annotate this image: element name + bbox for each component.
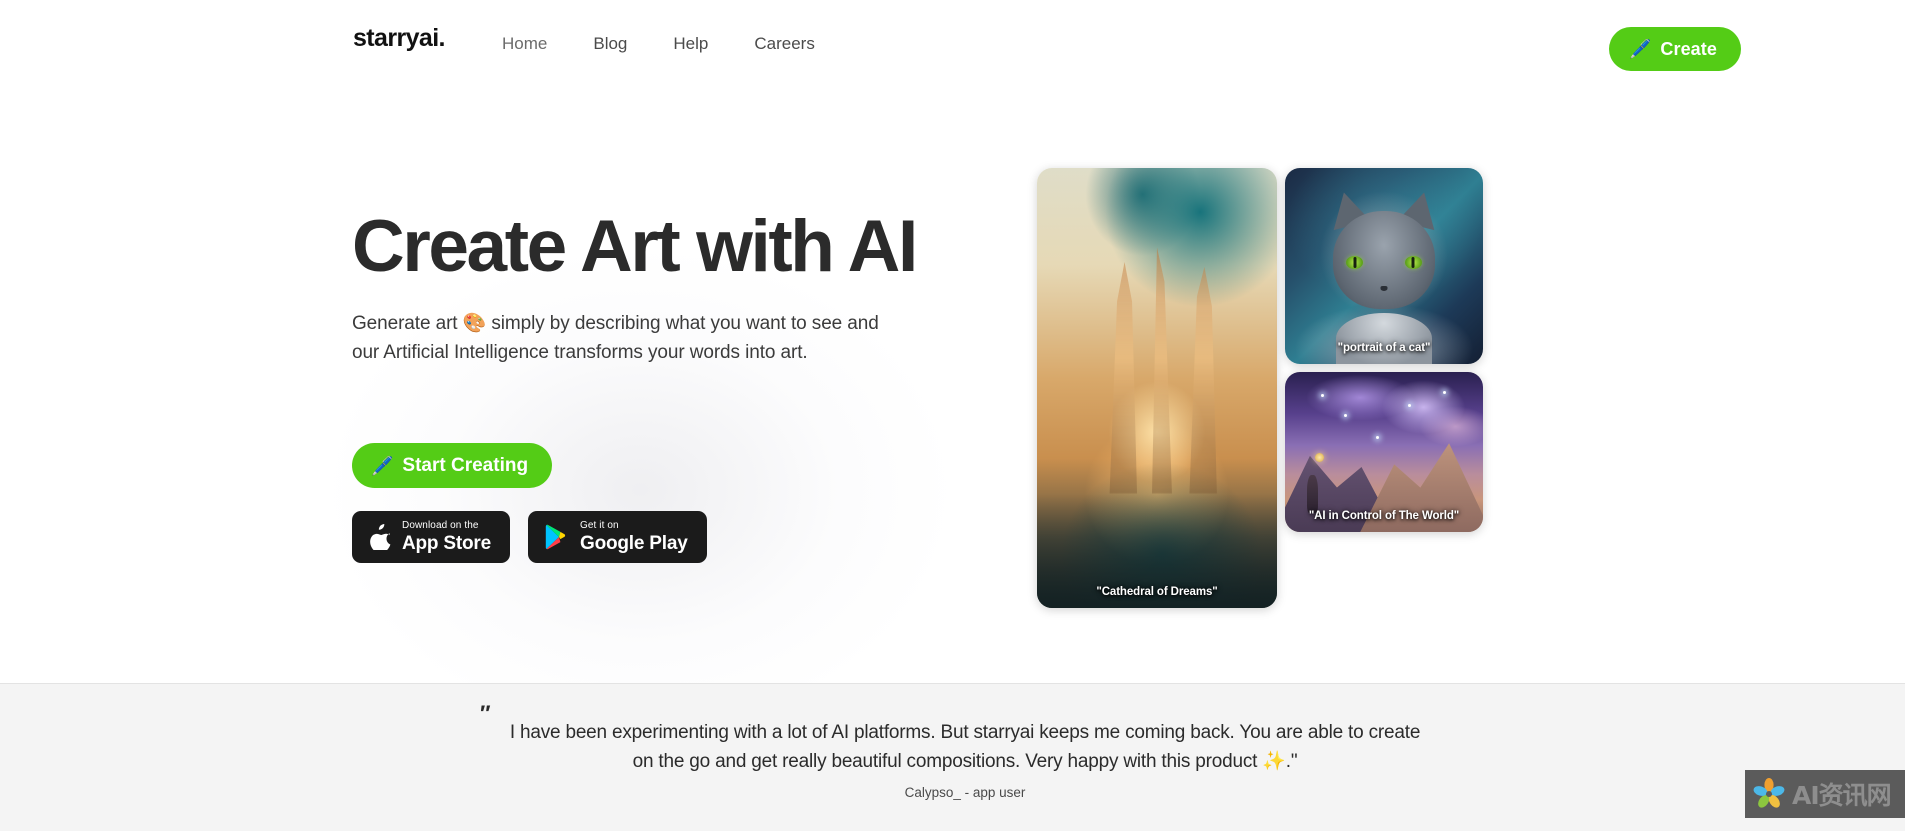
- nav-link-home[interactable]: Home: [502, 35, 547, 52]
- top-navigation-bar: starryai. Home Blog Help Careers 🖊️ Crea…: [0, 0, 1905, 90]
- create-button-label: Create: [1660, 38, 1717, 59]
- watermark: AI资讯网: [1745, 770, 1905, 818]
- app-store-badge[interactable]: Download on the App Store: [352, 511, 510, 563]
- glowing-orb: [1314, 452, 1324, 462]
- logo-dot: .: [438, 24, 446, 52]
- cat-nose: [1380, 285, 1388, 291]
- art-card-caption: "AI in Control of The World": [1308, 510, 1460, 522]
- star-icon: [1344, 413, 1348, 417]
- star-icon: [1407, 404, 1411, 407]
- pencil-icon: 🖊️: [1628, 39, 1652, 59]
- testimonial-quote: I have been experimenting with a lot of …: [509, 722, 1421, 773]
- art-card-cosmos[interactable]: "AI in Control of The World": [1285, 372, 1483, 532]
- art-card-caption: "portrait of a cat": [1337, 342, 1431, 354]
- hero-copy: Create Art with AI Generate art 🎨 simply…: [352, 210, 972, 368]
- cat-eye-right: [1404, 256, 1422, 270]
- cat-chest: [1336, 313, 1432, 364]
- logo-text: starryai: [353, 24, 439, 52]
- quote-mark-icon: ″: [480, 701, 491, 726]
- cosmos-artwork: [1285, 372, 1483, 532]
- sample-art-gallery: "Cathedral of Dreams" "portrait of a cat…: [1037, 168, 1483, 608]
- hero-subtitle: Generate art 🎨 simply by describing what…: [352, 313, 879, 363]
- pencil-icon: 🖊️: [371, 455, 394, 476]
- art-card-cathedral[interactable]: "Cathedral of Dreams": [1037, 168, 1277, 608]
- art-card-column: "portrait of a cat" "AI in Control of Th…: [1285, 168, 1483, 608]
- google-play-icon: [545, 524, 566, 550]
- art-card-caption: "Cathedral of Dreams": [1096, 586, 1218, 598]
- cat-artwork: [1285, 168, 1483, 364]
- figure-silhouette: [1306, 474, 1318, 513]
- start-creating-label: Start Creating: [402, 454, 529, 476]
- store-badges: Download on the App Store Get it on Goog…: [352, 511, 707, 563]
- star-icon: [1320, 394, 1324, 398]
- google-play-small-label: Get it on: [579, 520, 619, 531]
- create-button[interactable]: 🖊️ Create: [1608, 27, 1741, 71]
- pinwheel-logo-icon: [1753, 778, 1785, 808]
- art-card-cat[interactable]: "portrait of a cat": [1285, 168, 1483, 364]
- app-store-big-label: App Store: [402, 533, 491, 554]
- nav-links: Home Blog Help Careers: [502, 35, 815, 52]
- page-title: Create Art with AI: [352, 206, 918, 287]
- star-icon: [1376, 436, 1380, 439]
- hero-section: starryai. Home Blog Help Careers 🖊️ Crea…: [0, 0, 1905, 683]
- nav-link-blog[interactable]: Blog: [593, 35, 627, 52]
- nav-link-careers[interactable]: Careers: [754, 35, 814, 52]
- nav-link-help[interactable]: Help: [673, 35, 708, 52]
- star-icon: [1443, 391, 1447, 395]
- app-store-small-label: Download on the: [402, 520, 479, 531]
- google-play-big-label: Google Play: [579, 533, 688, 554]
- testimonial-author: Calypso_ - app user: [904, 785, 1026, 800]
- watermark-text: AI资讯网: [1792, 781, 1892, 810]
- apple-icon: [370, 524, 391, 550]
- google-play-badge[interactable]: Get it on Google Play: [527, 511, 707, 563]
- start-creating-button[interactable]: 🖊️ Start Creating: [352, 443, 553, 488]
- cathedral-artwork: [1037, 168, 1277, 608]
- site-logo[interactable]: starryai.: [353, 24, 446, 52]
